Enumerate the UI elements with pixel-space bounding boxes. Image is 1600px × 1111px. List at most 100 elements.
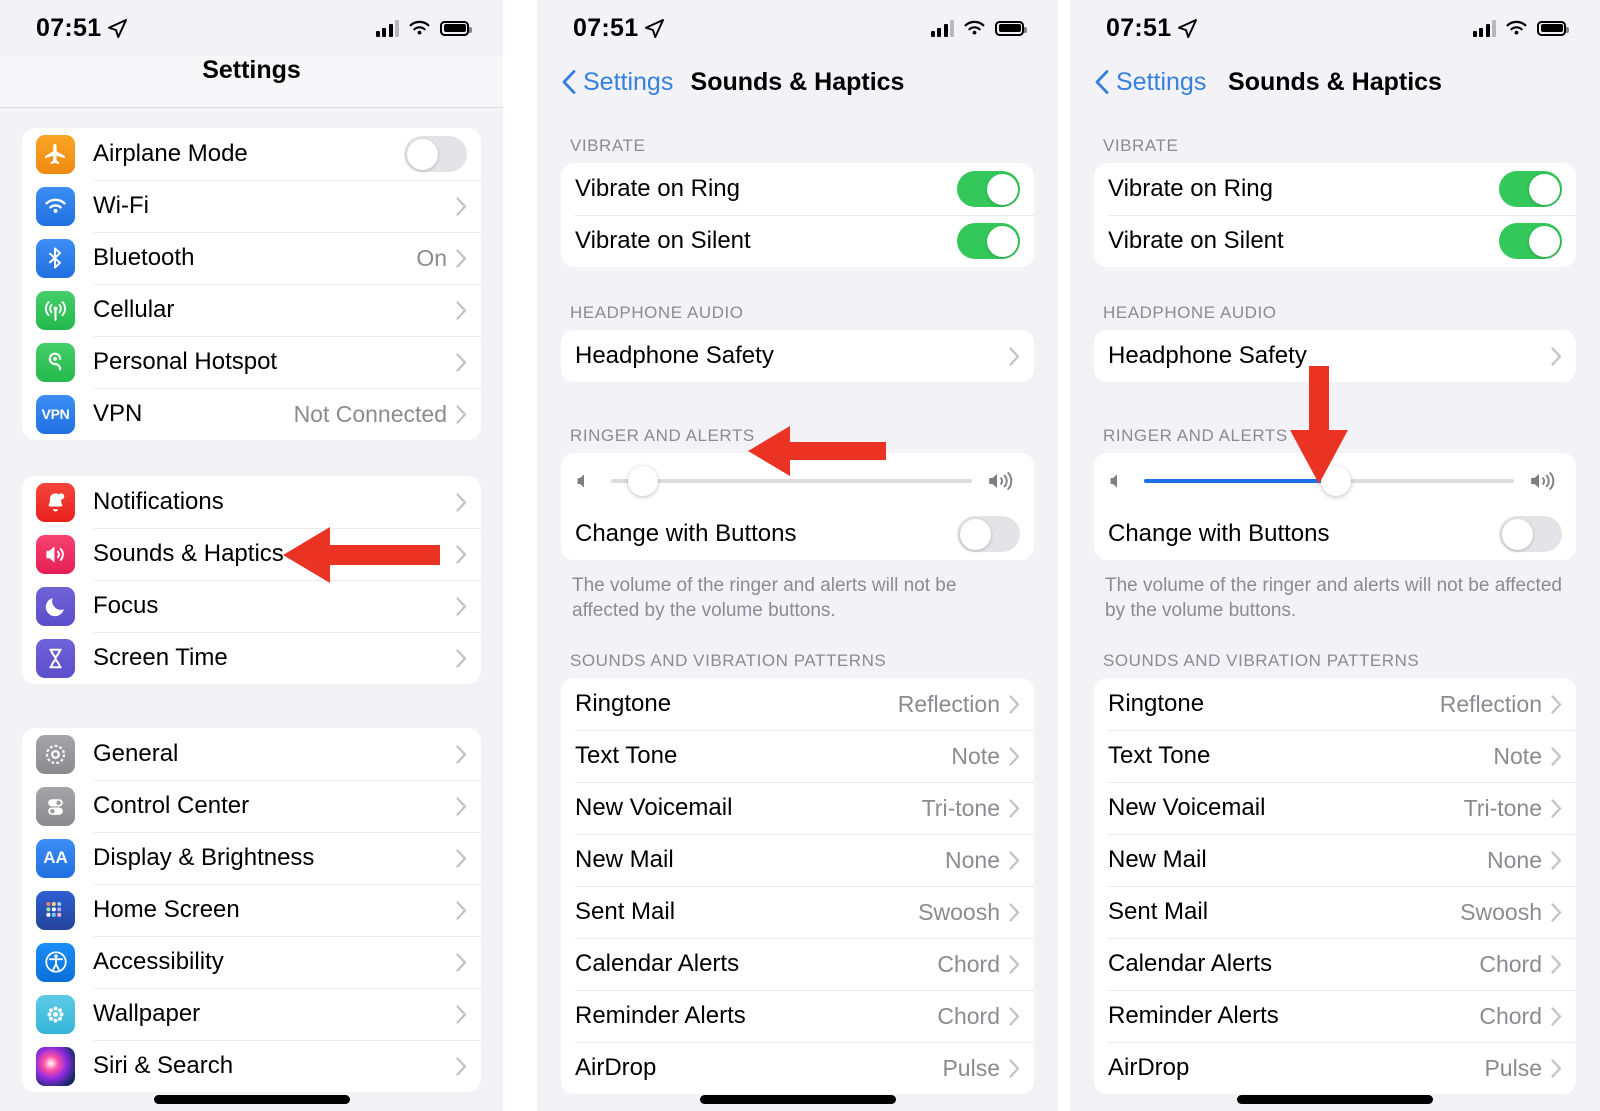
vibrate-on-silent-toggle[interactable] [957, 223, 1020, 259]
row-label: Vibrate on Ring [575, 175, 740, 202]
settings-group-alerts: Notifications Sounds & Haptics Focus Scr… [22, 476, 481, 684]
sidebar-item-home-screen[interactable]: Home Screen [22, 884, 481, 936]
row-vibrate-on-ring[interactable]: Vibrate on Ring [1094, 163, 1576, 215]
headphone-group: Headphone Safety [1094, 330, 1576, 382]
row-label: Text Tone [1108, 742, 1211, 770]
sidebar-item-general[interactable]: General [22, 728, 481, 780]
panel-separator-2 [1058, 0, 1070, 1111]
sidebar-item-label: Wallpaper [93, 1000, 201, 1027]
chevron-right-icon [456, 300, 467, 320]
row-new-mail[interactable]: New Mail None [1094, 834, 1576, 886]
row-label: Change with Buttons [575, 520, 797, 547]
chevron-right-icon [456, 596, 467, 616]
row-vibrate-on-ring[interactable]: Vibrate on Ring [561, 163, 1034, 215]
vibrate-on-silent-toggle[interactable] [1499, 223, 1562, 259]
vibrate-on-ring-toggle[interactable] [1499, 171, 1562, 207]
screen-time-hourglass-icon [36, 638, 75, 678]
sidebar-item-label: VPN [93, 400, 143, 427]
sidebar-item-wifi[interactable]: Wi-Fi [22, 180, 481, 232]
row-reminder-alerts[interactable]: Reminder Alerts Chord [561, 990, 1034, 1042]
sidebar-item-wallpaper[interactable]: Wallpaper [22, 988, 481, 1040]
ringer-volume-slider-row[interactable] [561, 453, 1034, 508]
row-calendar-alerts[interactable]: Calendar Alerts Chord [561, 938, 1034, 990]
row-value: Swoosh [1460, 898, 1542, 925]
speaker-low-icon [577, 474, 584, 487]
row-sent-mail[interactable]: Sent Mail Swoosh [1094, 886, 1576, 938]
row-value: Tri-tone [921, 794, 1000, 821]
ringer-group: Change with Buttons [1094, 453, 1576, 560]
sidebar-item-cellular[interactable]: Cellular [22, 284, 481, 336]
row-label: New Voicemail [1108, 794, 1266, 822]
row-text-tone[interactable]: Text Tone Note [1094, 730, 1576, 782]
row-airdrop[interactable]: AirDrop Pulse [1094, 1042, 1576, 1094]
sidebar-item-vpn[interactable]: VPN VPN Not Connected [22, 388, 481, 440]
sidebar-item-label: General [93, 740, 179, 767]
back-button[interactable]: Settings [562, 68, 673, 97]
sidebar-item-notifications[interactable]: Notifications [22, 476, 481, 528]
focus-moon-icon [36, 586, 75, 626]
sidebar-item-control-center[interactable]: Control Center [22, 780, 481, 832]
change-with-buttons-toggle[interactable] [957, 516, 1020, 552]
row-vibrate-on-silent[interactable]: Vibrate on Silent [1094, 215, 1576, 267]
ringer-volume-slider[interactable] [611, 465, 972, 496]
status-bar-left: 07:51 [36, 14, 128, 43]
sidebar-item-focus[interactable]: Focus [22, 580, 481, 632]
row-new-voicemail[interactable]: New Voicemail Tri-tone [561, 782, 1034, 834]
sidebar-item-screen-time[interactable]: Screen Time [22, 632, 481, 684]
airplane-icon [36, 134, 75, 174]
row-change-with-buttons[interactable]: Change with Buttons [561, 508, 1034, 560]
row-calendar-alerts[interactable]: Calendar Alerts Chord [1094, 938, 1576, 990]
row-headphone-safety[interactable]: Headphone Safety [561, 330, 1034, 382]
section-header-ringer-and-alerts: RINGER AND ALERTS [1103, 426, 1288, 445]
row-new-voicemail[interactable]: New Voicemail Tri-tone [1094, 782, 1576, 834]
section-header-sounds-and-vibration-patterns: SOUNDS AND VIBRATION PATTERNS [570, 651, 887, 671]
slider-thumb[interactable] [1321, 465, 1352, 496]
row-ringtone[interactable]: Ringtone Reflection [1094, 678, 1576, 730]
row-reminder-alerts[interactable]: Reminder Alerts Chord [1094, 990, 1576, 1042]
home-indicator [153, 1095, 350, 1104]
phone-panel-settings: 07:51 Settings Airplane Mode Wi-Fi Bluet… [0, 0, 503, 1111]
row-label: Reminder Alerts [1108, 1002, 1279, 1030]
wifi-icon [409, 20, 430, 35]
row-label: Headphone Safety [575, 342, 774, 369]
slider-thumb[interactable] [628, 465, 659, 496]
row-label: AirDrop [575, 1054, 657, 1082]
sidebar-item-personal-hotspot[interactable]: Personal Hotspot [22, 336, 481, 388]
row-value: Note [951, 742, 1000, 769]
airplane-mode-toggle[interactable] [404, 136, 467, 172]
sidebar-item-display-brightness[interactable]: AA Display & Brightness [22, 832, 481, 884]
row-airdrop[interactable]: AirDrop Pulse [561, 1042, 1034, 1094]
sidebar-item-siri-search[interactable]: Siri & Search [22, 1040, 481, 1092]
speaker-high-icon [989, 471, 1013, 490]
chevron-right-icon [1009, 851, 1020, 870]
row-headphone-safety[interactable]: Headphone Safety [1094, 330, 1576, 382]
row-label: AirDrop [1108, 1054, 1190, 1082]
row-label: Text Tone [575, 742, 678, 770]
sidebar-item-sounds-haptics[interactable]: Sounds & Haptics [22, 528, 481, 580]
back-button[interactable]: Settings [1095, 68, 1206, 97]
row-text-tone[interactable]: Text Tone Note [561, 730, 1034, 782]
row-ringtone[interactable]: Ringtone Reflection [561, 678, 1034, 730]
row-change-with-buttons[interactable]: Change with Buttons [1094, 508, 1576, 560]
row-new-mail[interactable]: New Mail None [561, 834, 1034, 886]
chevron-right-icon [456, 1056, 467, 1076]
sidebar-item-accessibility[interactable]: Accessibility [22, 936, 481, 988]
row-vibrate-on-silent[interactable]: Vibrate on Silent [561, 215, 1034, 267]
row-value: Chord [937, 950, 1000, 977]
sidebar-item-bluetooth[interactable]: Bluetooth On [22, 232, 481, 284]
row-value: Swoosh [918, 898, 1000, 925]
row-sent-mail[interactable]: Sent Mail Swoosh [561, 886, 1034, 938]
chevron-right-icon [1009, 799, 1020, 818]
back-button-label: Settings [583, 67, 674, 96]
row-value: Note [1493, 742, 1542, 769]
wifi-icon [1506, 20, 1527, 35]
sidebar-item-airplane-mode[interactable]: Airplane Mode [22, 128, 481, 180]
row-label: Calendar Alerts [575, 950, 740, 978]
ringer-volume-slider-row[interactable] [1094, 453, 1576, 508]
chevron-right-icon [1551, 1007, 1562, 1026]
ringer-volume-slider[interactable] [1144, 465, 1514, 496]
vibrate-on-ring-toggle[interactable] [957, 171, 1020, 207]
general-gear-icon [36, 734, 75, 774]
change-with-buttons-toggle[interactable] [1499, 516, 1562, 552]
chevron-right-icon [456, 900, 467, 920]
